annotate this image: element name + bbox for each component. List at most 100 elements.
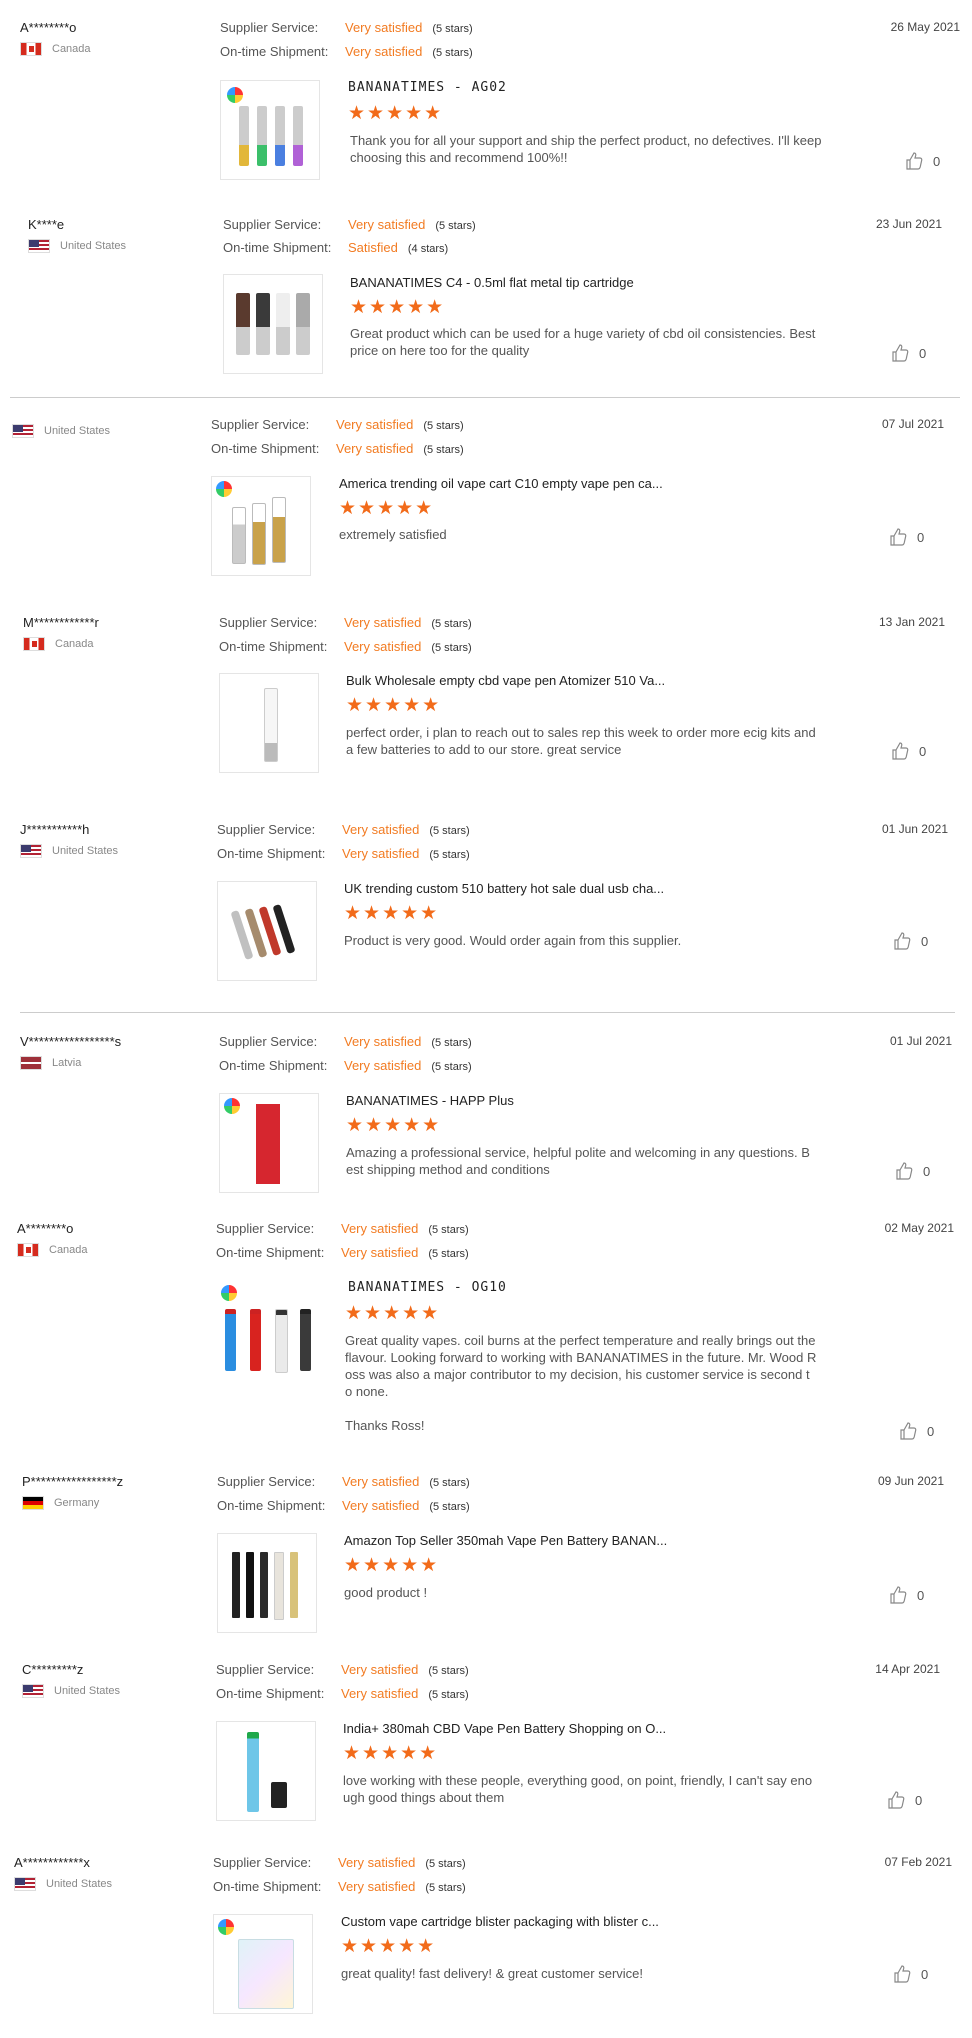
brand-logo-icon (221, 1285, 237, 1301)
us-flag-icon (28, 239, 50, 253)
rating-stars: ★★★★★ (345, 1303, 441, 1324)
reviewer-name: A********o (17, 1221, 74, 1236)
product-thumbnail[interactable] (217, 1533, 317, 1633)
product-title[interactable]: America trending oil vape cart C10 empty… (339, 476, 663, 491)
latvia-flag-icon (20, 1056, 42, 1070)
rating-stars: ★★★★★ (348, 103, 444, 124)
product-title[interactable]: Bulk Wholesale empty cbd vape pen Atomiz… (346, 673, 665, 688)
like-count: 0 (919, 345, 927, 361)
product-box-icon (256, 1104, 280, 1184)
cartridge-icon (239, 106, 249, 166)
like-count: 0 (917, 529, 925, 545)
product-thumbnail[interactable] (219, 1093, 319, 1193)
like-button[interactable]: 0 (889, 1586, 924, 1604)
supplier-service-rating: Supplier Service: Very satisfied (5 stars) (223, 217, 476, 232)
like-button[interactable]: 0 (887, 1791, 922, 1809)
product-title[interactable]: India+ 380mah CBD Vape Pen Battery Shopp… (343, 1721, 666, 1736)
review-comment: good product ! (344, 1585, 428, 1600)
like-button[interactable]: 0 (895, 1162, 930, 1180)
product-title[interactable]: UK trending custom 510 battery hot sale … (344, 881, 664, 896)
product-title[interactable]: Custom vape cartridge blister packaging … (341, 1914, 659, 1929)
review-date: 23 Jun 2021 (875, 217, 942, 231)
review-comment: Product is very good. Would order again … (344, 933, 682, 948)
like-count: 0 (927, 1423, 935, 1439)
product-title[interactable]: BANANATIMES - HAPP Plus (346, 1093, 514, 1108)
us-flag-icon (20, 844, 42, 858)
shipment-rating: On-time Shipment: Very satisfied (5 stars) (219, 639, 472, 654)
like-button[interactable]: 0 (893, 1965, 928, 1983)
supplier-service-rating: Supplier Service: Very satisfied (5 stars) (217, 1474, 470, 1489)
rating-stars: ★★★★★ (344, 903, 440, 924)
review-date: 09 Jun 2021 (877, 1474, 944, 1488)
germany-flag-icon (22, 1496, 44, 1510)
like-count: 0 (919, 743, 927, 759)
reviewer-country: United States (60, 240, 127, 252)
review-comment: extremely satisfied (339, 527, 447, 542)
product-title[interactable]: BANANATIMES - OG10 (348, 1280, 507, 1295)
thumbs-up-icon (890, 1586, 907, 1604)
shipment-rating: On-time Shipment: Very satisfied (5 stars) (219, 1058, 472, 1073)
like-button[interactable]: 0 (905, 152, 940, 170)
cartridge-icon (232, 507, 246, 564)
reviewer: A********o Canada (17, 1221, 207, 1257)
shipment-rating: On-time Shipment: Satisfied (4 stars) (223, 240, 449, 255)
product-title[interactable]: Amazon Top Seller 350mah Vape Pen Batter… (344, 1533, 667, 1548)
vape-pod-icon (225, 1309, 236, 1371)
product-thumbnail[interactable] (211, 476, 311, 576)
us-flag-icon (12, 424, 34, 438)
review-comment: Great quality vapes. coil burns at the p… (345, 1333, 817, 1433)
like-button[interactable]: 0 (893, 932, 928, 950)
like-count: 0 (917, 1587, 925, 1603)
divider (20, 1012, 955, 1013)
reviewer: A********o Canada (20, 20, 210, 56)
product-title[interactable]: BANANATIMES C4 - 0.5ml flat metal tip ca… (350, 275, 634, 290)
review-date: 01 Jul 2021 (889, 1034, 952, 1048)
review-date: 01 Jun 2021 (881, 822, 948, 836)
brand-logo-icon (227, 87, 243, 103)
cartridge-icon (296, 293, 310, 355)
product-thumbnail[interactable] (217, 881, 317, 981)
product-thumbnail[interactable] (219, 673, 319, 773)
product-thumbnail[interactable] (213, 1914, 313, 2014)
like-button[interactable]: 0 (891, 742, 926, 760)
thumbs-up-icon (894, 932, 911, 950)
us-flag-icon (22, 1684, 44, 1698)
like-button[interactable]: 0 (891, 344, 926, 362)
product-thumbnail[interactable] (216, 1280, 316, 1380)
rating-stars: ★★★★★ (341, 1936, 437, 1957)
cartridge-icon (293, 106, 303, 166)
like-count: 0 (923, 1163, 931, 1179)
rating-stars: ★★★★★ (343, 1743, 439, 1764)
shipment-rating: On-time Shipment: Very satisfied (5 stars) (216, 1686, 469, 1701)
like-count: 0 (921, 1966, 929, 1982)
supplier-service-rating: Supplier Service: Very satisfied (5 stars) (216, 1662, 469, 1677)
reviewer-country: United States (46, 1878, 113, 1890)
reviewer-country: United States (54, 1685, 121, 1697)
product-title[interactable]: BANANATIMES - AG02 (348, 80, 507, 95)
review-date: 13 Jan 2021 (878, 615, 945, 629)
supplier-service-rating: Supplier Service: Very satisfied (5 stars) (213, 1855, 466, 1870)
battery-icon (247, 1732, 259, 1812)
review-comment: great quality! fast delivery! & great cu… (341, 1966, 644, 1981)
review-date: 02 May 2021 (884, 1221, 954, 1235)
cartridge-icon (236, 293, 250, 355)
battery-icon (232, 1552, 240, 1618)
shipment-rating: On-time Shipment: Very satisfied (5 stars) (217, 1498, 470, 1513)
like-count: 0 (933, 153, 941, 169)
like-button[interactable]: 0 (899, 1422, 934, 1440)
canada-flag-icon (20, 42, 42, 56)
cartridge-icon (256, 293, 270, 355)
rating-stars: ★★★★★ (344, 1555, 440, 1576)
product-thumbnail[interactable] (216, 1721, 316, 1821)
review-date: 14 Apr 2021 (875, 1662, 940, 1676)
reviewer-name: C*********z (22, 1662, 84, 1677)
product-thumbnail[interactable] (220, 80, 320, 180)
product-thumbnail[interactable] (223, 274, 323, 374)
vape-pod-icon (275, 1309, 288, 1373)
like-button[interactable]: 0 (889, 528, 924, 546)
shipment-rating: On-time Shipment: Very satisfied (5 stars) (217, 846, 470, 861)
rating-stars: ★★★★★ (346, 695, 442, 716)
reviewer-name: K****e (28, 217, 65, 232)
supplier-service-rating: Supplier Service: Very satisfied (5 stars) (220, 20, 473, 35)
reviewer-name: M************r (23, 615, 99, 630)
